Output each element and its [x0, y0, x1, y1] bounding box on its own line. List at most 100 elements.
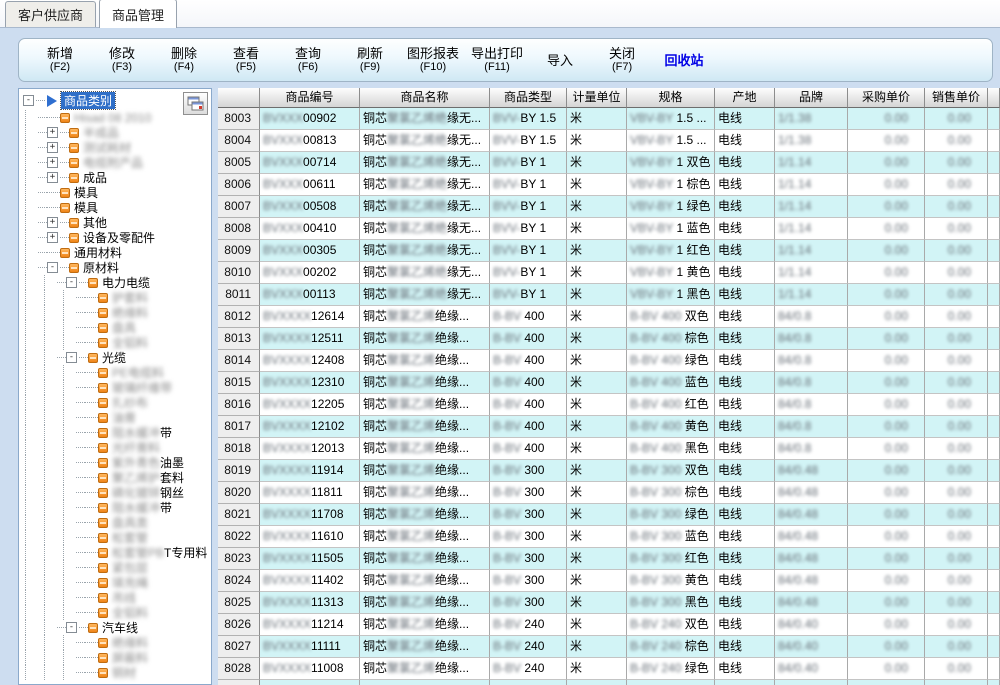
- table-row[interactable]: 8011BVXXX00113铜芯聚氯乙烯绝缘无...BVV-BY 1米VBV-B…: [218, 284, 1000, 306]
- table-row[interactable]: 8003BVXXX00902铜芯聚氯乙烯绝缘无...BVV-BY 1.5米VBV…: [218, 108, 1000, 130]
- table-row[interactable]: 8016BVXXXX12205铜芯聚氯乙烯绝缘...B-BV 400米B-BV …: [218, 394, 1000, 416]
- tree-root-label[interactable]: 商品类别: [61, 92, 115, 109]
- tree-item[interactable]: 磷化镀锌钢丝: [19, 485, 211, 500]
- tree-item[interactable]: 模具: [19, 185, 211, 200]
- collapse-icon[interactable]: -: [66, 277, 77, 288]
- tree-item[interactable]: 屏蔽料: [19, 650, 211, 665]
- tree-item[interactable]: +成品: [19, 170, 211, 185]
- table-row[interactable]: 8004BVXXX00813铜芯聚氯乙烯绝缘无...BVV-BY 1.5米VBV…: [218, 130, 1000, 152]
- tree-item-label[interactable]: Hisad 08 2010: [74, 111, 151, 125]
- tree-item[interactable]: +半成品: [19, 125, 211, 140]
- tree-item[interactable]: 吊线: [19, 590, 211, 605]
- table-row[interactable]: 8009BVXXX00305铜芯聚氯乙烯绝缘无...BVV-BY 1米VBV-B…: [218, 240, 1000, 262]
- toolbar-button-导入[interactable]: 导入: [529, 51, 591, 70]
- tree-layout-button[interactable]: [183, 92, 208, 115]
- tree-item[interactable]: -原材料: [19, 260, 211, 275]
- column-header-product-type[interactable]: 商品类型: [490, 88, 567, 108]
- collapse-icon[interactable]: -: [66, 352, 77, 363]
- tree-item[interactable]: 绝缘料: [19, 635, 211, 650]
- tree-item[interactable]: 阻水缓冲带: [19, 425, 211, 440]
- column-header-spec[interactable]: 规格: [627, 88, 715, 108]
- tree-item[interactable]: 聚乙烯护套料: [19, 470, 211, 485]
- table-row[interactable]: 8028BVXXXX11008铜芯聚氯乙烯绝缘...B-BV 240米B-BV …: [218, 658, 1000, 680]
- tree-item[interactable]: 油膏: [19, 410, 211, 425]
- tree-item-label[interactable]: 铜材: [112, 664, 136, 681]
- column-header-product-name[interactable]: 商品名称: [360, 88, 490, 108]
- toolbar-button-关闭[interactable]: 关闭(F7): [591, 44, 653, 76]
- toolbar-button-修改[interactable]: 修改(F3): [91, 44, 153, 76]
- tree-item-label[interactable]: 全铝料: [112, 334, 148, 351]
- tree-item[interactable]: 护套料: [19, 290, 211, 305]
- table-row[interactable]: 8025BVXXXX11313铜芯聚氯乙烯绝缘...B-BV 300米B-BV …: [218, 592, 1000, 614]
- table-row[interactable]: 8021BVXXXX11708铜芯聚氯乙烯绝缘...B-BV 300米B-BV …: [218, 504, 1000, 526]
- tree-item[interactable]: 盘具类: [19, 515, 211, 530]
- toolbar-button-导出打印[interactable]: 导出打印(F11): [465, 44, 529, 76]
- toolbar-button-删除[interactable]: 删除(F4): [153, 44, 215, 76]
- tree-item[interactable]: -电力电缆: [19, 275, 211, 290]
- tree-item[interactable]: 全铝料: [19, 335, 211, 350]
- toolbar-button-查询[interactable]: 查询(F6): [277, 44, 339, 76]
- expand-icon[interactable]: +: [47, 172, 58, 183]
- tree-item[interactable]: 光纤膏料: [19, 440, 211, 455]
- table-row[interactable]: 8014BVXXXX12408铜芯聚氯乙烯绝缘...B-BV 400米B-BV …: [218, 350, 1000, 372]
- table-row[interactable]: 8022BVXXXX11610铜芯聚氯乙烯绝缘...B-BV 300米B-BV …: [218, 526, 1000, 548]
- tree-item[interactable]: PE电缆料: [19, 365, 211, 380]
- tree-item[interactable]: -光缆: [19, 350, 211, 365]
- toolbar-button-图形报表[interactable]: 图形报表(F10): [401, 44, 465, 76]
- column-header-overflow[interactable]: [988, 88, 1000, 108]
- tree-item[interactable]: +设备及零配件: [19, 230, 211, 245]
- tab-product-management[interactable]: 商品管理: [99, 0, 177, 28]
- table-row[interactable]: 8017BVXXXX12102铜芯聚氯乙烯绝缘...B-BV 400米B-BV …: [218, 416, 1000, 438]
- expand-icon[interactable]: +: [47, 232, 58, 243]
- table-row[interactable]: 8006BVXXX00611铜芯聚氯乙烯绝缘无...BVV-BY 1米VBV-B…: [218, 174, 1000, 196]
- tree-item[interactable]: -汽车线: [19, 620, 211, 635]
- table-row[interactable]: 8020BVXXXX11811铜芯聚氯乙烯绝缘...B-BV 300米B-BV …: [218, 482, 1000, 504]
- tree-item[interactable]: 玻璃纤维带: [19, 380, 211, 395]
- recycle-bin-button[interactable]: 回收站: [653, 51, 715, 70]
- tree-item[interactable]: 填充绳: [19, 575, 211, 590]
- tree-item[interactable]: +测试耗材: [19, 140, 211, 155]
- tree-root-collapse-icon[interactable]: -: [23, 95, 34, 106]
- column-header-sale-price[interactable]: 销售单价: [925, 88, 988, 108]
- tree-item[interactable]: 全铝料: [19, 605, 211, 620]
- toolbar-button-新增[interactable]: 新增(F2): [29, 44, 91, 76]
- tab-customers-suppliers[interactable]: 客户供应商: [5, 1, 96, 27]
- collapse-icon[interactable]: -: [47, 262, 58, 273]
- toolbar-button-刷新[interactable]: 刷新(F9): [339, 44, 401, 76]
- tree-item[interactable]: 盘具: [19, 320, 211, 335]
- tree-item[interactable]: 扎纱布: [19, 395, 211, 410]
- table-row[interactable]: 8018BVXXXX12013铜芯聚氯乙烯绝缘...B-BV 400米B-BV …: [218, 438, 1000, 460]
- table-row[interactable]: 8010BVXXX00202铜芯聚氯乙烯绝缘无...BVV-BY 1米VBV-B…: [218, 262, 1000, 284]
- tree-item-label[interactable]: 全铝料: [112, 604, 148, 621]
- tree-item[interactable]: 模具: [19, 200, 211, 215]
- tree-item-label[interactable]: 电缆附产品: [83, 154, 143, 171]
- table-row[interactable]: 8027BVXXXX11111铜芯聚氯乙烯绝缘...B-BV 240米B-BV …: [218, 636, 1000, 658]
- column-header-origin[interactable]: 产地: [715, 88, 775, 108]
- table-row[interactable]: 8026BVXXXX11214铜芯聚氯乙烯绝缘...B-BV 240米B-BV …: [218, 614, 1000, 636]
- table-row[interactable]: 8008BVXXX00410铜芯聚氯乙烯绝缘无...BVV-BY 1米VBV-B…: [218, 218, 1000, 240]
- table-row[interactable]: 8019BVXXXX11914铜芯聚氯乙烯绝缘...B-BV 300米B-BV …: [218, 460, 1000, 482]
- expand-icon[interactable]: +: [47, 142, 58, 153]
- table-row[interactable]: 8024BVXXXX11402铜芯聚氯乙烯绝缘...B-BV 300米B-BV …: [218, 570, 1000, 592]
- tree-item[interactable]: 紧包层: [19, 560, 211, 575]
- table-row[interactable]: 8005BVXXX00714铜芯聚氯乙烯绝缘无...BVV-BY 1米VBV-B…: [218, 152, 1000, 174]
- tree-item[interactable]: +其他: [19, 215, 211, 230]
- table-row[interactable]: 8013BVXXXX12511铜芯聚氯乙烯绝缘...B-BV 400米B-BV …: [218, 328, 1000, 350]
- expand-icon[interactable]: +: [47, 127, 58, 138]
- tree-item[interactable]: 松套管PBT专用料: [19, 545, 211, 560]
- tree-item[interactable]: 通用材料: [19, 245, 211, 260]
- toolbar-button-查看[interactable]: 查看(F5): [215, 44, 277, 76]
- table-row[interactable]: 8023BVXXXX11505铜芯聚氯乙烯绝缘...B-BV 300米B-BV …: [218, 548, 1000, 570]
- tree-item[interactable]: 阻水缓冲带: [19, 500, 211, 515]
- collapse-icon[interactable]: -: [66, 622, 77, 633]
- tree-item[interactable]: 松套管: [19, 530, 211, 545]
- table-row[interactable]: 8015BVXXXX12310铜芯聚氯乙烯绝缘...B-BV 400米B-BV …: [218, 372, 1000, 394]
- column-header-purchase-price[interactable]: 采购单价: [848, 88, 925, 108]
- table-row[interactable]: 8007BVXXX00508铜芯聚氯乙烯绝缘无...BVV-BY 1米VBV-B…: [218, 196, 1000, 218]
- table-row[interactable]: 8012BVXXXX12614铜芯聚氯乙烯绝缘...B-BV 400米B-BV …: [218, 306, 1000, 328]
- column-header-product-code[interactable]: 商品编号: [260, 88, 360, 108]
- tree-item[interactable]: 铜材: [19, 665, 211, 680]
- expand-icon[interactable]: +: [47, 157, 58, 168]
- tree-item[interactable]: + 电缆附产品: [19, 155, 211, 170]
- expand-icon[interactable]: +: [47, 217, 58, 228]
